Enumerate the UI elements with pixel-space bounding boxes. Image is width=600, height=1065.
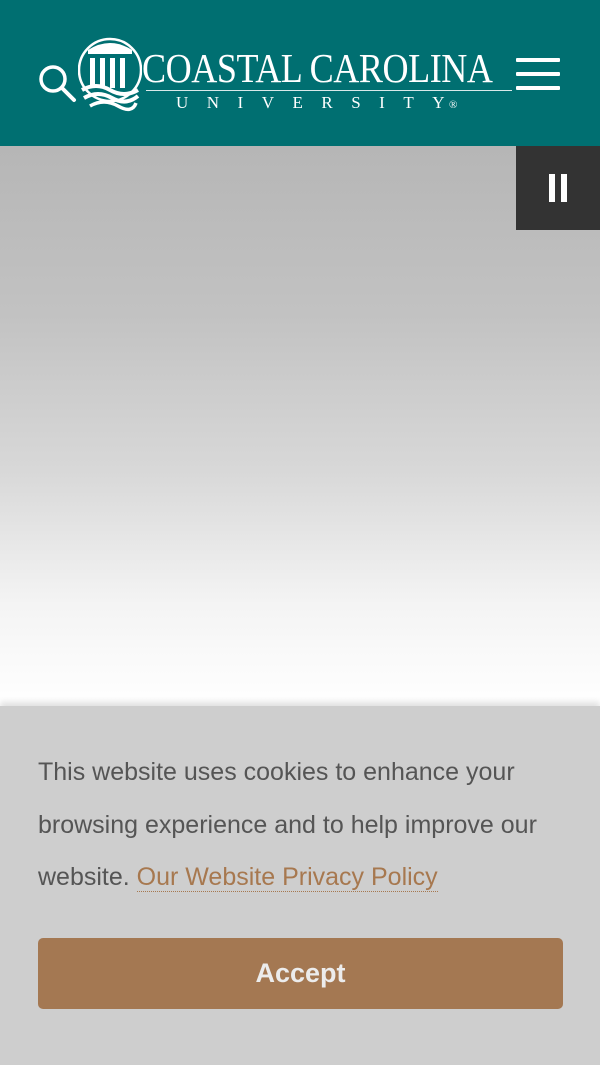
cookie-message: This website uses cookies to enhance you… bbox=[38, 746, 578, 904]
logo-subtitle: UNIVERSITY® bbox=[176, 93, 463, 112]
hamburger-menu-icon-bar-3 bbox=[516, 86, 560, 90]
pause-icon-bar-right bbox=[561, 174, 567, 202]
logo-wordmark: COASTAL CAROLINA bbox=[142, 45, 493, 91]
hero-media bbox=[0, 146, 600, 706]
accept-button[interactable]: Accept bbox=[38, 938, 563, 1009]
cookie-banner: This website uses cookies to enhance you… bbox=[0, 706, 600, 1065]
university-logo[interactable]: COASTAL CAROLINA UNIVERSITY® bbox=[78, 30, 514, 120]
hamburger-menu-icon-bar-2 bbox=[516, 72, 560, 76]
search-icon bbox=[39, 65, 76, 102]
site-header: COASTAL CAROLINA UNIVERSITY® bbox=[0, 0, 600, 146]
logo-emblem-icon bbox=[78, 37, 142, 112]
menu-button[interactable] bbox=[514, 54, 562, 94]
hamburger-menu-icon-bar-1 bbox=[516, 58, 560, 62]
registered-mark: ® bbox=[449, 99, 458, 111]
privacy-policy-link[interactable]: Our Website Privacy Policy bbox=[136, 863, 438, 892]
pause-button[interactable] bbox=[516, 146, 600, 230]
logo-divider bbox=[146, 90, 512, 91]
search-button[interactable] bbox=[34, 60, 78, 104]
pause-icon-bar-left bbox=[549, 174, 555, 202]
